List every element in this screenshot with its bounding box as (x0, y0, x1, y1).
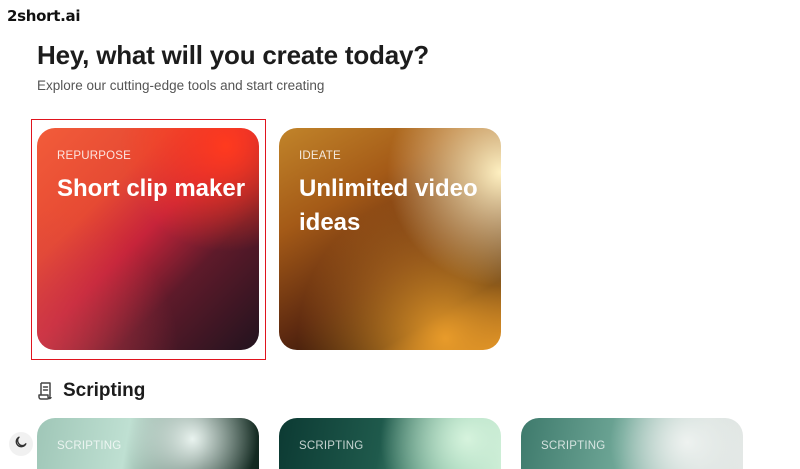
moon-icon (14, 435, 28, 454)
card-title: Short clip maker (57, 175, 246, 202)
card-tag: IDEATE (299, 150, 341, 162)
brand-logo[interactable]: 2short.ai (7, 7, 80, 25)
dashboard-page: 2short.ai Hey, what will you create toda… (0, 0, 800, 469)
script-icon (37, 381, 55, 401)
section-title: Scripting (63, 380, 146, 401)
card-title: Unlimited video ideas (299, 175, 478, 236)
card-tag: REPURPOSE (57, 150, 132, 162)
scripting-card[interactable]: SCRIPTING (279, 418, 501, 469)
card-tag: SCRIPTING (541, 440, 606, 452)
page-title: Hey, what will you create today? (37, 40, 429, 70)
scripting-card[interactable]: SCRIPTING (521, 418, 743, 469)
scripting-card[interactable]: SCRIPTING (37, 418, 259, 469)
video-ideas-card[interactable]: IDEATE Unlimited video ideas (279, 128, 501, 350)
scripting-section-header: Scripting (37, 378, 145, 404)
theme-toggle-button[interactable] (9, 432, 33, 456)
card-tag: SCRIPTING (57, 440, 122, 452)
short-clip-maker-card[interactable]: REPURPOSE Short clip maker (37, 128, 259, 350)
card-tag: SCRIPTING (299, 440, 364, 452)
page-subtitle: Explore our cutting-edge tools and start… (37, 78, 325, 93)
